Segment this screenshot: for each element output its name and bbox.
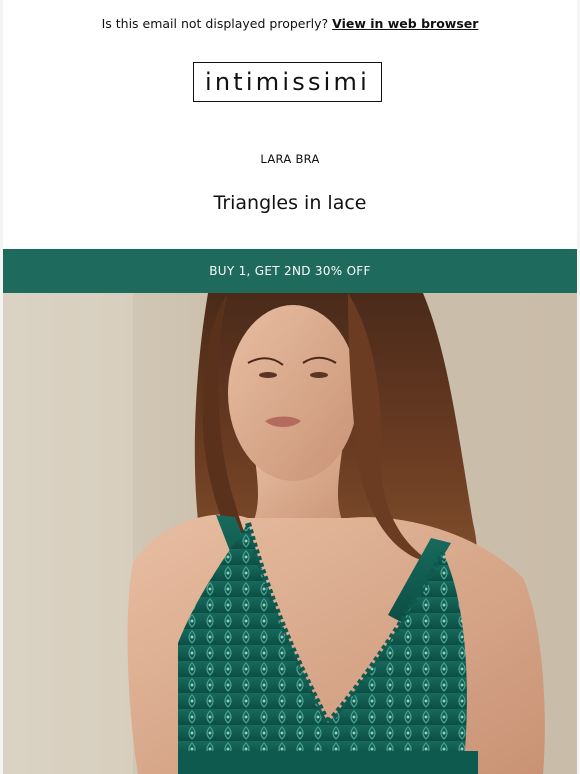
email-container: Is this email not displayed properly? Vi… (3, 0, 577, 774)
preheader: Is this email not displayed properly? Vi… (3, 15, 577, 33)
brand-logo-text: intimissimi (205, 68, 370, 96)
hero-photo-illustration (3, 293, 577, 774)
product-eyebrow: LARA BRA (260, 152, 320, 166)
page-background: Is this email not displayed properly? Vi… (0, 0, 580, 774)
hero-image[interactable] (3, 293, 577, 774)
view-in-browser-link[interactable]: View in web browser (332, 16, 478, 31)
promo-label: BUY 1, GET 2ND 30% OFF (209, 264, 371, 278)
preheader-text: Is this email not displayed properly? (101, 16, 329, 31)
brand-logo[interactable]: intimissimi (193, 62, 382, 102)
product-headline: Triangles in lace (213, 192, 367, 214)
promo-banner[interactable]: BUY 1, GET 2ND 30% OFF (3, 249, 577, 293)
